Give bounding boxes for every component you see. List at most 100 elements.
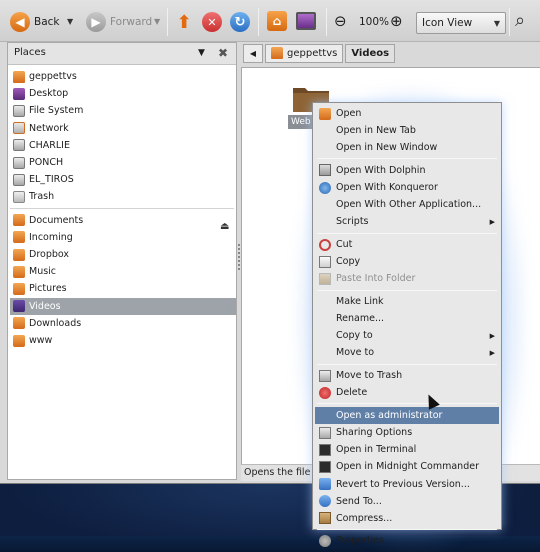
menu-item-label: Sharing Options bbox=[336, 427, 413, 439]
menu-item-label: Open With Other Application... bbox=[336, 199, 482, 211]
zoom-out-icon[interactable]: ⊖ bbox=[334, 12, 347, 30]
zoom-in-icon[interactable]: ⊕ bbox=[390, 12, 403, 30]
folder-icon bbox=[13, 231, 25, 244]
menu-item[interactable]: Sharing Options bbox=[315, 424, 499, 441]
back-history-caret-icon[interactable]: ▼ bbox=[67, 17, 73, 26]
submenu-arrow-icon: ▶ bbox=[489, 348, 495, 357]
places-item[interactable]: Dropbox bbox=[10, 246, 236, 263]
chevron-down-icon[interactable]: ▼ bbox=[198, 48, 205, 58]
menu-item: Paste Into Folder bbox=[315, 270, 499, 287]
menu-item[interactable]: Open With Dolphin bbox=[315, 162, 499, 179]
folder-icon bbox=[13, 334, 25, 347]
menu-item[interactable]: Send To... bbox=[315, 493, 499, 510]
menu-item[interactable]: Open With Konqueror bbox=[315, 179, 499, 196]
places-item[interactable]: www bbox=[10, 332, 236, 349]
open-icon bbox=[319, 107, 331, 120]
menu-item[interactable]: Delete bbox=[315, 384, 499, 401]
breadcrumb-home[interactable]: geppettvs bbox=[265, 43, 344, 63]
reload-icon[interactable]: ↻ bbox=[230, 12, 250, 32]
archive-icon bbox=[319, 512, 331, 525]
drive-icon bbox=[13, 156, 25, 169]
places-item-label: Downloads bbox=[29, 317, 82, 329]
view-mode-select[interactable]: Icon View ▼ bbox=[416, 12, 506, 34]
menu-separator bbox=[317, 363, 497, 365]
stop-icon[interactable]: ✕ bbox=[202, 12, 222, 32]
places-item[interactable]: Trash bbox=[10, 188, 236, 205]
terminal-icon bbox=[319, 443, 331, 456]
places-item[interactable]: PONCH bbox=[10, 154, 236, 171]
computer-icon[interactable] bbox=[296, 12, 316, 30]
menu-item-icon-slot bbox=[319, 409, 331, 421]
breadcrumb-left-arrow-icon[interactable]: ◀ bbox=[243, 43, 263, 63]
menu-item[interactable]: Open in Midnight Commander bbox=[315, 458, 499, 475]
menu-item[interactable]: Open in New Window bbox=[315, 139, 499, 156]
menu-item[interactable]: Open With Other Application... bbox=[315, 196, 499, 213]
places-item-label: Incoming bbox=[29, 231, 73, 243]
forward-button[interactable]: ▶ Forward bbox=[86, 9, 152, 35]
places-item[interactable]: Desktop bbox=[10, 85, 236, 102]
menu-item-label: Copy to bbox=[336, 330, 373, 342]
menu-item[interactable]: Open bbox=[315, 105, 499, 122]
menu-item[interactable]: Move to ▶ bbox=[315, 344, 499, 361]
places-item[interactable]: Videos bbox=[10, 297, 236, 315]
places-item[interactable]: File System bbox=[10, 102, 236, 119]
menu-item-label: Revert to Previous Version... bbox=[336, 478, 470, 490]
up-arrow-icon[interactable]: ⬆ bbox=[174, 12, 194, 33]
menu-item[interactable]: Scripts ▶ bbox=[315, 213, 499, 230]
menu-item[interactable]: Make Link bbox=[315, 293, 499, 310]
terminal-icon bbox=[319, 460, 331, 473]
menu-item[interactable]: Properties bbox=[315, 532, 499, 549]
places-item[interactable]: CHARLIE bbox=[10, 137, 236, 154]
places-item[interactable]: Documents bbox=[10, 212, 236, 229]
home-icon[interactable]: ⌂ bbox=[267, 11, 287, 31]
video-folder-icon bbox=[13, 300, 25, 313]
share-icon bbox=[319, 426, 331, 439]
search-icon[interactable]: ⌕ bbox=[515, 10, 525, 31]
breadcrumb-current[interactable]: Videos bbox=[345, 43, 396, 63]
breadcrumb: ◀ geppettvs Videos bbox=[243, 43, 396, 63]
menu-item-label: Open With Dolphin bbox=[336, 164, 426, 176]
menu-item-label: Paste Into Folder bbox=[336, 273, 416, 285]
context-menu: Open Open in New Tab Open in New Window Ope… bbox=[312, 102, 502, 547]
close-icon[interactable]: ✖ bbox=[218, 46, 228, 60]
eject-icon[interactable]: ⏏ bbox=[220, 221, 229, 232]
menu-item-icon-slot bbox=[319, 216, 331, 228]
menu-item[interactable]: Cut bbox=[315, 236, 499, 253]
menu-item-label: Open in Terminal bbox=[336, 444, 417, 456]
back-button[interactable]: ◀ Back bbox=[10, 9, 60, 35]
chevron-down-icon: ▼ bbox=[493, 18, 500, 28]
places-item[interactable]: Incoming bbox=[10, 229, 236, 246]
menu-item[interactable]: Copy to ▶ bbox=[315, 327, 499, 344]
places-item[interactable]: Downloads bbox=[10, 315, 236, 332]
menu-item-label: Open in New Window bbox=[336, 142, 438, 154]
splitter-handle[interactable] bbox=[238, 244, 240, 272]
menu-item[interactable]: Open in New Tab bbox=[315, 122, 499, 139]
menu-item-label: Compress... bbox=[336, 512, 393, 524]
menu-item[interactable]: Open in Terminal bbox=[315, 441, 499, 458]
menu-item-label: Delete bbox=[336, 387, 368, 399]
zoom-level: 100% bbox=[359, 16, 390, 28]
drive-icon bbox=[13, 173, 25, 186]
menu-item[interactable]: Move to Trash bbox=[315, 367, 499, 384]
menu-item[interactable]: Copy bbox=[315, 253, 499, 270]
places-item[interactable]: Music bbox=[10, 263, 236, 280]
places-item[interactable]: Network bbox=[10, 120, 236, 137]
places-item[interactable]: EL_TIROS bbox=[10, 171, 236, 188]
menu-item[interactable]: Rename... bbox=[315, 310, 499, 327]
places-item[interactable]: Pictures bbox=[10, 280, 236, 297]
forward-history-caret-icon[interactable]: ▼ bbox=[154, 17, 160, 26]
menu-item[interactable]: Open as administrator bbox=[315, 406, 499, 424]
places-item[interactable]: geppettvs bbox=[10, 68, 236, 85]
menu-item-label: Open as administrator bbox=[336, 409, 443, 421]
submenu-arrow-icon: ▶ bbox=[489, 217, 495, 226]
menu-item[interactable]: Revert to Previous Version... bbox=[315, 476, 499, 493]
menu-separator bbox=[317, 528, 497, 530]
desktop-icon bbox=[13, 87, 25, 100]
menu-separator bbox=[317, 289, 497, 291]
menu-item-icon-slot bbox=[319, 330, 331, 342]
menu-item[interactable]: Compress... bbox=[315, 510, 499, 527]
places-header: Places ▼ ✖ bbox=[8, 43, 236, 65]
home-icon bbox=[271, 47, 283, 59]
places-item-label: Desktop bbox=[29, 88, 69, 100]
menu-separator bbox=[317, 403, 497, 405]
